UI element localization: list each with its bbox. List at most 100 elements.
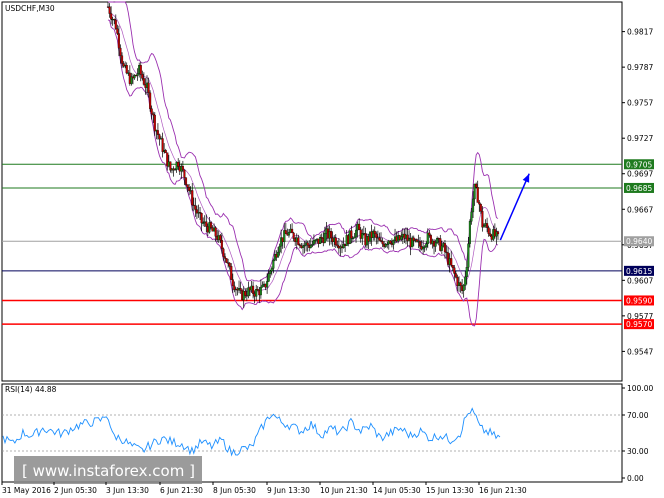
candle-body: [353, 236, 356, 239]
candle-body: [259, 286, 262, 296]
candle-body: [125, 65, 128, 74]
x-tick-label: 31 May 2016: [2, 486, 51, 495]
candle-body: [291, 228, 294, 234]
rsi-tick-label: 70.00: [627, 411, 649, 420]
x-tick-label: 8 Jun 05:30: [213, 486, 256, 495]
candle-body: [231, 279, 234, 287]
candle-body: [156, 130, 159, 135]
candle-body: [270, 268, 273, 272]
candle-body: [239, 288, 242, 291]
candle-body: [116, 28, 119, 34]
candle-body: [261, 284, 264, 288]
candle-body: [470, 211, 473, 222]
candle-body: [489, 233, 492, 236]
level-tag-label: 0.9570: [626, 320, 652, 329]
candle-body: [309, 245, 312, 248]
x-tick-label: 6 Jun 21:30: [160, 486, 203, 495]
level-tag-label: 0.9640: [626, 237, 652, 246]
candle-body: [392, 240, 395, 245]
candle-body: [284, 230, 287, 234]
candle-body: [389, 240, 392, 244]
y-tick-label: 0.9787: [627, 63, 653, 72]
candle-body: [161, 138, 164, 152]
x-tick-label: 2 Jun 05:30: [54, 486, 97, 495]
candle-body: [119, 47, 122, 56]
candle-body: [486, 223, 489, 228]
candle-body: [177, 161, 180, 167]
candle-body: [287, 231, 291, 236]
candle-body: [222, 248, 225, 257]
candle-body: [142, 78, 145, 85]
candle-body: [487, 227, 490, 234]
candle-body: [298, 244, 301, 246]
candle-body: [136, 73, 139, 76]
candle-body: [164, 150, 167, 153]
candle-body: [464, 276, 467, 286]
candle-body: [306, 242, 309, 246]
watermark: [ www.instaforex.com ]: [14, 456, 202, 484]
rsi-tick-label: 30.00: [627, 447, 649, 456]
candle-body: [334, 237, 337, 246]
candle-body: [153, 114, 156, 132]
candle-body: [425, 243, 428, 248]
candle-body: [200, 213, 203, 224]
candle-body: [496, 231, 500, 235]
level-tag-label: 0.9615: [626, 267, 652, 276]
candle-body: [255, 289, 258, 297]
candle-body: [252, 285, 255, 294]
candle-body: [188, 187, 191, 191]
candle-body: [478, 202, 481, 205]
y-tick-label: 0.9817: [627, 28, 653, 37]
candle-body: [149, 92, 152, 109]
candle-body: [443, 243, 447, 253]
candle-body: [219, 235, 222, 241]
y-tick-label: 0.9607: [627, 276, 653, 285]
candle-body: [186, 184, 189, 188]
x-tick-label: 3 Jun 13:30: [106, 486, 149, 495]
candle-body: [184, 177, 188, 185]
candle-body: [440, 245, 443, 251]
candle-body: [428, 232, 431, 236]
candle-body: [336, 244, 339, 247]
candle-body: [292, 232, 295, 239]
candle-body: [354, 229, 358, 238]
candle-body: [152, 113, 155, 116]
candle-body: [475, 183, 478, 188]
candle-body: [228, 262, 231, 267]
candle-body: [183, 169, 186, 178]
candle-body: [481, 211, 484, 228]
candle-body: [209, 222, 213, 228]
candle-body: [467, 243, 470, 268]
candle-body: [225, 258, 228, 263]
candle-body: [220, 240, 223, 250]
rsi-title: RSI(14) 44.88: [5, 385, 57, 394]
candle-body: [267, 273, 270, 282]
candle-body: [297, 237, 300, 245]
candle-body: [110, 13, 113, 20]
candle-body: [479, 204, 482, 212]
candle-body: [320, 237, 323, 239]
candle-body: [230, 266, 233, 280]
candle-body: [323, 233, 326, 243]
candle-body: [381, 241, 384, 245]
candle-body: [120, 55, 124, 64]
candle-body: [400, 236, 403, 240]
candle-body: [244, 291, 247, 296]
rsi-tick-label: 100.00: [627, 384, 653, 393]
candle-body: [266, 281, 269, 288]
candle-body: [330, 231, 333, 239]
candle-body: [358, 223, 361, 230]
candle-body: [450, 258, 453, 266]
y-tick-label: 0.9727: [627, 134, 653, 143]
x-tick-label: 10 Jun 21:30: [320, 486, 368, 495]
level-tag-label: 0.9705: [626, 160, 652, 169]
level-tags: 0.9705 0.9685 0.9640 0.9615 0.9590 0.9570: [624, 159, 654, 330]
candle-body: [191, 190, 194, 206]
candle-body: [462, 285, 465, 291]
x-tick-label: 16 Jun 21:30: [479, 486, 527, 495]
candle-body: [194, 205, 197, 210]
x-tick-label: 14 Jun 05:30: [373, 486, 421, 495]
candle-body: [482, 225, 486, 228]
chart: USDCHF,M30 0.9817 0.9787 0.9757 0.9727 0.969…: [1, 1, 654, 495]
candle-body: [276, 251, 280, 258]
